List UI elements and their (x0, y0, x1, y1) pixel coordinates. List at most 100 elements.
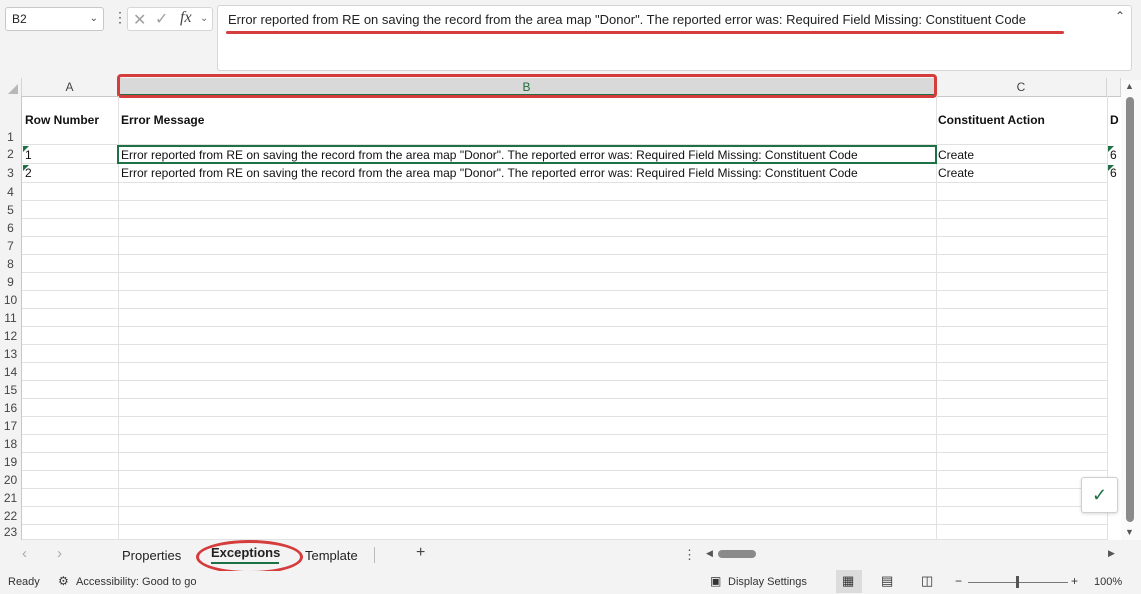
formula-highlight-underline (226, 31, 1064, 34)
previous-sheet-icon[interactable]: ‹ (22, 545, 27, 562)
cell-d[interactable]: 6 (1110, 148, 1121, 162)
enter-check-icon[interactable]: ✓ (155, 9, 168, 29)
row-header[interactable]: 13 (0, 345, 22, 363)
table-row (22, 507, 1108, 525)
row-header[interactable]: 23 (0, 525, 22, 540)
header-cell-error-message[interactable]: Error Message (121, 113, 204, 127)
next-sheet-icon[interactable]: › (57, 545, 62, 562)
cell-row-number[interactable]: 2 (25, 166, 32, 180)
insert-function-button[interactable]: fx (180, 9, 192, 27)
table-row (22, 489, 1108, 507)
row-header[interactable]: 6 (0, 219, 22, 237)
row-header[interactable]: 21 (0, 489, 22, 507)
chevron-down-icon[interactable]: ⌄ (90, 8, 98, 30)
tab-properties[interactable]: Properties (122, 548, 181, 563)
collapse-formula-bar-icon[interactable]: ⌃ (1115, 9, 1125, 23)
row-header[interactable]: 10 (0, 291, 22, 309)
horizontal-scroll-thumb[interactable] (718, 550, 756, 558)
add-sheet-button[interactable]: + (416, 544, 425, 562)
cell-constituent-action[interactable]: Create (938, 166, 974, 180)
row-header[interactable]: 16 (0, 399, 22, 417)
page-break-preview-icon[interactable]: ◫ (921, 573, 933, 589)
table-row (22, 417, 1108, 435)
row-header[interactable]: 22 (0, 507, 22, 525)
header-cell-d[interactable]: D (1110, 113, 1121, 127)
row-header[interactable]: 11 (0, 309, 22, 327)
table-row (22, 525, 1108, 540)
row-header[interactable]: 5 (0, 201, 22, 219)
more-options-icon[interactable]: ⋮ (113, 9, 127, 26)
normal-view-icon[interactable]: ▦ (842, 573, 854, 589)
display-settings-icon[interactable]: ▣ (710, 574, 721, 588)
checkmark-icon[interactable]: ✓ (1081, 477, 1118, 513)
table-row (22, 327, 1108, 345)
row-header[interactable]: 19 (0, 453, 22, 471)
chevron-down-icon[interactable]: ⌄ (200, 13, 208, 24)
tab-divider (374, 547, 375, 563)
scroll-up-icon[interactable]: ▲ (1125, 81, 1134, 91)
name-box-value: B2 (12, 12, 27, 26)
accessibility-icon[interactable]: ⚙ (58, 574, 69, 588)
cancel-icon[interactable]: ✕ (133, 10, 146, 30)
scroll-down-icon[interactable]: ▼ (1125, 527, 1134, 537)
table-row (22, 399, 1108, 417)
table-row (22, 381, 1108, 399)
vertical-scroll-thumb[interactable] (1126, 97, 1134, 522)
page-layout-icon[interactable]: ▤ (881, 573, 893, 589)
table-row (22, 309, 1108, 327)
cell-error-message[interactable]: Error reported from RE on saving the rec… (121, 166, 933, 180)
cell-constituent-action[interactable]: Create (938, 148, 974, 162)
table-row (22, 183, 1108, 201)
formula-input[interactable]: Error reported from RE on saving the rec… (217, 5, 1132, 71)
table-row (22, 453, 1108, 471)
more-options-icon[interactable]: ⋮ (683, 547, 696, 563)
header-cell-constituent-action[interactable]: Constituent Action (938, 113, 1045, 127)
cell-d[interactable]: 6 (1110, 166, 1121, 180)
scroll-right-icon[interactable]: ▶ (1108, 548, 1115, 559)
row-header[interactable]: 9 (0, 273, 22, 291)
table-row (22, 435, 1108, 453)
table-row (22, 219, 1108, 237)
zoom-slider-thumb[interactable] (1016, 576, 1019, 588)
status-ready: Ready (8, 576, 40, 588)
row-header[interactable]: 2 (0, 145, 22, 164)
row-header[interactable]: 15 (0, 381, 22, 399)
cell-row-number[interactable]: 1 (25, 148, 32, 162)
formula-text: Error reported from RE on saving the rec… (228, 12, 1027, 27)
row-header[interactable]: 20 (0, 471, 22, 489)
table-row (22, 255, 1108, 273)
active-cell-selection (117, 145, 937, 164)
table-row (22, 345, 1108, 363)
table-row (22, 201, 1108, 219)
formula-buttons: ✕ ✓ fx ⌄ (127, 7, 213, 31)
zoom-in-button[interactable]: + (1071, 574, 1078, 588)
zoom-out-button[interactable]: − (955, 574, 962, 588)
tab-template[interactable]: Template (305, 548, 358, 563)
row-header[interactable]: 14 (0, 363, 22, 381)
column-b-highlight-ring (117, 74, 937, 98)
table-row (22, 363, 1108, 381)
row-header[interactable]: 4 (0, 183, 22, 201)
header-cell-row-number[interactable]: Row Number (25, 113, 99, 127)
column-header-c[interactable]: C (936, 78, 1107, 96)
select-all-triangle-icon[interactable] (8, 84, 18, 94)
table-row (22, 471, 1108, 489)
zoom-level[interactable]: 100% (1094, 576, 1122, 588)
table-row (22, 291, 1108, 309)
row-header[interactable]: 8 (0, 255, 22, 273)
row-header[interactable]: 17 (0, 417, 22, 435)
row-header[interactable]: 3 (0, 164, 22, 183)
column-header-a[interactable]: A (22, 78, 118, 96)
scroll-left-icon[interactable]: ◀ (706, 548, 713, 559)
table-row (22, 273, 1108, 291)
row-header[interactable]: 12 (0, 327, 22, 345)
name-box[interactable]: B2 ⌄ (5, 7, 104, 31)
row-header[interactable]: 7 (0, 237, 22, 255)
row-header[interactable]: 18 (0, 435, 22, 453)
accessibility-status[interactable]: Accessibility: Good to go (76, 576, 196, 588)
row-header[interactable]: 1 (0, 96, 22, 145)
display-settings-button[interactable]: Display Settings (728, 576, 807, 588)
column-header-d[interactable] (1107, 78, 1121, 96)
table-row (22, 237, 1108, 255)
tab-highlight-ring (196, 540, 303, 574)
